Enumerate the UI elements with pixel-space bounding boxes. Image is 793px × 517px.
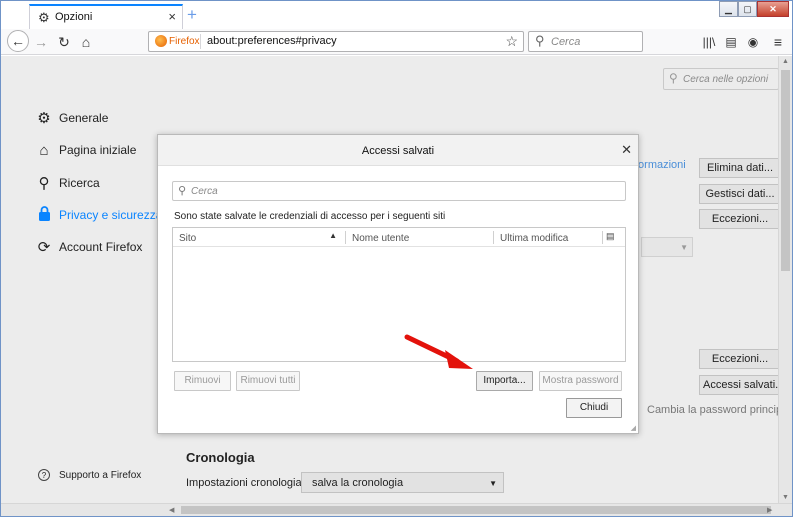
history-settings-value: salva la cronologia xyxy=(312,477,404,489)
column-divider xyxy=(602,231,603,244)
support-label: Supporto a Firefox xyxy=(59,469,142,481)
nav-item-search[interactable]: ⚲ Ricerca xyxy=(35,172,100,194)
close-icon[interactable]: × xyxy=(168,9,176,24)
column-picker-icon[interactable]: ▤ xyxy=(606,231,615,242)
home-icon: ⌂ xyxy=(39,141,49,159)
help-icon: ? xyxy=(38,469,50,481)
new-tab-button[interactable]: + xyxy=(187,5,197,25)
nav-item-label: Ricerca xyxy=(59,176,100,190)
history-heading: Cronologia xyxy=(186,450,255,465)
search-icon: ⚲ xyxy=(38,175,50,192)
scrollbar-thumb[interactable] xyxy=(181,506,771,514)
close-window-button[interactable]: ✕ xyxy=(757,1,789,17)
search-icon: ⚲ xyxy=(535,33,545,48)
close-icon[interactable]: ✕ xyxy=(621,142,632,158)
nav-item-label: Pagina iniziale xyxy=(59,143,137,157)
manage-data-button[interactable]: Gestisci dati... xyxy=(699,184,781,204)
scrollbar-thumb[interactable] xyxy=(781,70,790,271)
firefox-logo-icon xyxy=(155,35,167,47)
logins-search-placeholder: Cerca xyxy=(191,186,218,197)
search-placeholder: Cerca xyxy=(551,36,581,48)
minimize-button[interactable]: ▁ xyxy=(719,1,738,17)
clear-data-button[interactable]: Elimina dati... xyxy=(699,158,781,178)
resize-grip-icon[interactable]: ◢ xyxy=(631,424,636,432)
sidebar-icon[interactable]: ▤ xyxy=(723,32,739,52)
dialog-title: Accessi salvati xyxy=(361,145,435,157)
scroll-down-icon[interactable]: ▼ xyxy=(782,494,789,501)
logins-search-input[interactable]: ⚲ Cerca xyxy=(172,181,626,201)
nav-item-label: Account Firefox xyxy=(59,240,143,254)
close-button[interactable]: Chiudi xyxy=(566,398,622,418)
horizontal-scrollbar[interactable]: ◀ ▶ xyxy=(1,503,792,516)
window-controls: ▁ ▢ ✕ xyxy=(719,1,789,17)
column-header-last-modified[interactable]: Ultima modifica xyxy=(494,228,602,247)
annotation-arrow-icon xyxy=(404,334,473,369)
dialog-header: Accessi salvati ✕ xyxy=(158,135,638,166)
gear-icon: ⚙ xyxy=(38,10,50,25)
column-header-label: Ultima modifica xyxy=(500,233,569,244)
remove-button[interactable]: Rimuovi xyxy=(174,371,231,391)
nav-toolbar: ← → ↻ ⌂ Firefox about:preferences#privac… xyxy=(1,29,792,55)
back-button[interactable]: ← xyxy=(7,30,29,52)
scroll-up-icon[interactable]: ▲ xyxy=(782,58,789,65)
chevron-down-icon: ▼ xyxy=(489,479,497,488)
tab-strip: ⚙ Opzioni × + ▁ ▢ ✕ xyxy=(1,1,792,29)
saved-logins-button[interactable]: Accessi salvati... xyxy=(699,375,781,395)
nav-item-general[interactable]: ⚙ Generale xyxy=(35,107,108,129)
support-link[interactable]: ? Supporto a Firefox xyxy=(38,469,141,481)
nav-item-privacy[interactable]: Privacy e sicurezza xyxy=(35,204,162,226)
extension-icon[interactable]: ◉ xyxy=(745,32,761,52)
remove-all-button[interactable]: Rimuovi tutti xyxy=(236,371,300,391)
url-text: about:preferences#privacy xyxy=(207,35,337,47)
show-passwords-button[interactable]: Mostra password xyxy=(539,371,622,391)
history-settings-label: Impostazioni cronologia: xyxy=(186,477,305,489)
preferences-search-input[interactable]: ⚲ Cerca nelle opzioni xyxy=(663,68,779,90)
browser-window: ⚙ Opzioni × + ▁ ▢ ✕ ← → ↻ ⌂ Firefox abou… xyxy=(0,0,793,517)
sort-ascending-icon: ▲ xyxy=(329,231,337,240)
lock-icon xyxy=(35,205,53,225)
scroll-right-icon[interactable]: ▶ xyxy=(767,506,772,514)
home-button[interactable]: ⌂ xyxy=(77,32,95,52)
tab-options[interactable]: ⚙ Opzioni × xyxy=(29,4,183,29)
tab-title: Opzioni xyxy=(55,11,93,23)
scroll-left-icon[interactable]: ◀ xyxy=(169,506,174,514)
forward-button[interactable]: → xyxy=(32,32,50,52)
chevron-down-icon: ▼ xyxy=(680,243,688,252)
column-header-label: Nome utente xyxy=(352,233,410,244)
background-dropdown[interactable]: ▼ xyxy=(641,237,693,257)
saved-logins-dialog: Accessi salvati ✕ ⚲ Cerca Sono state sal… xyxy=(157,134,639,434)
exceptions-button[interactable]: Eccezioni... xyxy=(699,209,781,229)
table-header: Sito ▲ Nome utente Ultima modifica ▤ xyxy=(173,228,625,247)
search-icon: ⚲ xyxy=(178,185,187,197)
history-settings-dropdown[interactable]: salva la cronologia ▼ xyxy=(301,472,504,493)
preferences-search-placeholder: Cerca nelle opzioni xyxy=(683,74,769,85)
column-header-username[interactable]: Nome utente xyxy=(346,228,493,247)
library-icon[interactable]: |||\ xyxy=(701,32,717,52)
gear-icon: ⚙ xyxy=(37,110,51,127)
column-header-site[interactable]: Sito ▲ xyxy=(173,228,345,247)
bookmark-star-icon[interactable]: ☆ xyxy=(505,33,518,50)
login-exceptions-button[interactable]: Eccezioni... xyxy=(699,349,781,369)
dialog-description: Sono state salvate le credenziali di acc… xyxy=(174,211,446,222)
nav-item-label: Generale xyxy=(59,111,109,125)
nav-item-sync[interactable]: ⟳ Account Firefox xyxy=(35,236,143,258)
url-brand-label: Firefox xyxy=(169,36,200,47)
reload-button[interactable]: ↻ xyxy=(55,32,73,52)
hamburger-menu-icon[interactable]: ≡ xyxy=(770,32,786,52)
search-bar[interactable]: ⚲ Cerca xyxy=(528,31,643,52)
import-button[interactable]: Importa... xyxy=(476,371,533,391)
more-info-link[interactable]: formazioni xyxy=(635,159,686,171)
sync-icon: ⟳ xyxy=(37,239,51,256)
search-icon: ⚲ xyxy=(669,71,678,85)
change-master-password-button[interactable]: Cambia la password principale xyxy=(647,404,792,416)
url-bar[interactable]: Firefox about:preferences#privacy ☆ xyxy=(148,31,524,52)
nav-item-home[interactable]: ⌂ Pagina iniziale xyxy=(35,139,136,161)
nav-item-label: Privacy e sicurezza xyxy=(59,208,163,222)
url-divider xyxy=(200,34,201,49)
vertical-scrollbar[interactable]: ▲ ▼ xyxy=(778,56,792,503)
column-header-label: Sito xyxy=(179,233,197,244)
maximize-button[interactable]: ▢ xyxy=(738,1,757,17)
